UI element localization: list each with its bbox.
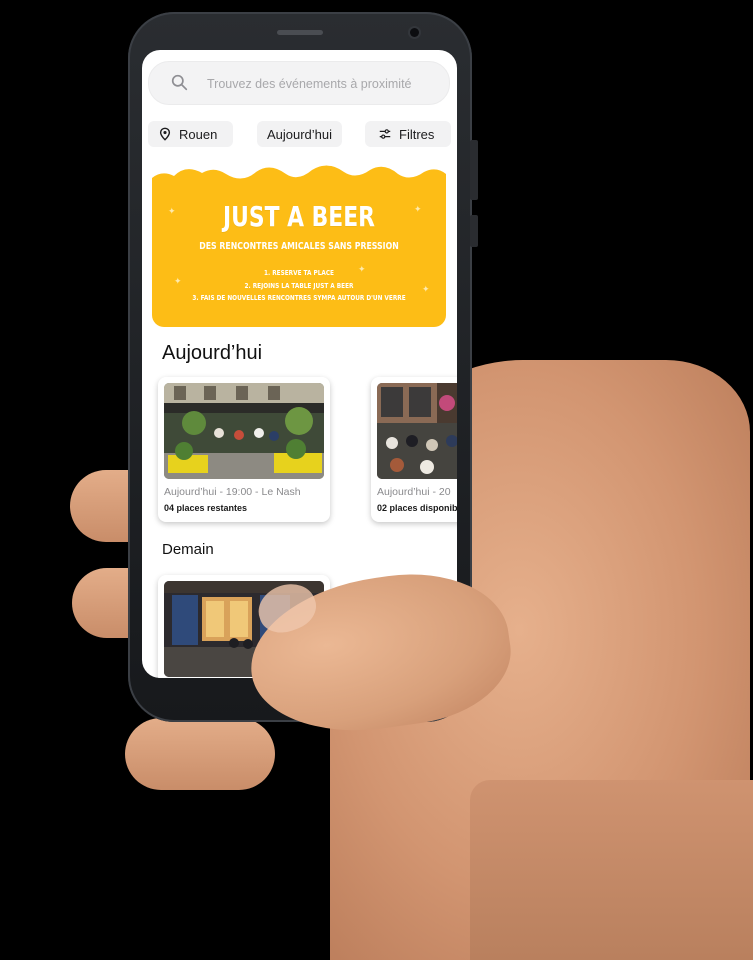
event-card[interactable]: Aujourd’hui - 19:00 - Le Nash 04 places … [158,377,330,522]
filters-button-label: Filtres [399,126,435,142]
banner-subtitle: DES RENCONTRES AMICALES SANS PRESSION [199,241,399,252]
banner-step: 1. RESERVE TA PLACE [263,268,335,277]
banner-step: 2. REJOINS LA TABLE JUST A BEER [244,280,354,290]
hand-wrist [470,780,753,960]
beer-foam-shape [152,164,446,194]
event-places: 04 places restantes [164,503,248,513]
date-filter[interactable]: Aujourd’hui [257,121,342,147]
event-places: 02 places disponib [377,503,457,513]
search-bar[interactable] [148,61,450,106]
promo-banner[interactable]: ✦ ✦ ✦ ✦ ✦ JUST A BEER DES RENCONTRES AMI… [152,164,446,327]
phone-side-button [470,140,478,200]
banner-steps: 1. RESERVE TA PLACE 2. REJOINS LA TABLE … [152,267,446,305]
sparkle-icon: ✦ [168,206,176,216]
banner-step: 3. FAIS DE NOUVELLES RENCONTRES SYMPA AU… [192,293,406,302]
phone-speaker [277,30,323,35]
search-input[interactable] [205,62,439,106]
event-photo [164,383,324,479]
finger-ring [125,718,275,790]
event-meta: Aujourd’hui - 19:00 - Le Nash [164,486,301,498]
sliders-icon [379,129,391,139]
event-photo [377,383,457,479]
sparkle-icon: ✦ [414,204,422,214]
filters-button[interactable]: Filtres [365,121,451,147]
search-icon [171,74,188,91]
phone-side-button [470,215,478,247]
section-title-tomorrow: Demain [162,541,214,558]
location-filter[interactable]: Rouen [148,121,233,147]
phone-camera [410,28,419,37]
location-pin-icon [159,127,171,141]
event-meta: Aujourd’hui - 20 [377,486,451,498]
location-filter-label: Rouen [179,126,218,142]
banner-title: JUST A BEER [223,200,375,233]
event-card[interactable]: Aujourd’hui - 20 02 places disponib [371,377,457,522]
section-title-today: Aujourd’hui [162,342,263,364]
date-filter-label: Aujourd’hui [266,126,333,142]
